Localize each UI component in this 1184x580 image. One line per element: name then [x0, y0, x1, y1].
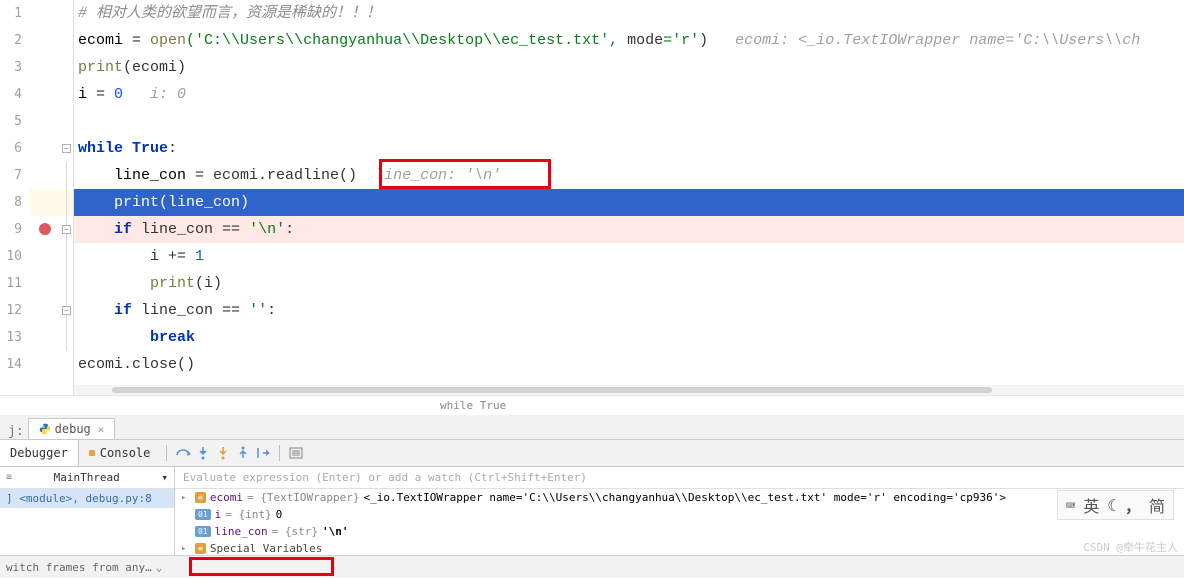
line-number-gutter: 1 2 3 4 5 6 7 8 9 10 11 12 13 14	[0, 0, 30, 395]
execution-line: print(line_con)	[74, 189, 1184, 216]
step-into-my-code-icon[interactable]	[213, 443, 233, 463]
variable-row[interactable]: 01 i = {int} 0	[175, 506, 1184, 523]
step-over-icon[interactable]	[173, 443, 193, 463]
breakpoint-line: if line_con == '\n':	[74, 216, 1184, 243]
caret-right-icon[interactable]: ▸	[181, 493, 191, 503]
threads-icon: ≡	[6, 472, 12, 483]
var-type-badge: 01	[195, 526, 211, 537]
python-icon	[39, 423, 51, 435]
code-text[interactable]: # 相对人类的欲望而言，资源是稀缺的！！！ ecomi = open('C:\\…	[74, 0, 1184, 395]
thread-selector[interactable]: ≡ MainThread ▾	[0, 467, 174, 489]
close-icon[interactable]: ×	[98, 423, 105, 436]
horizontal-scrollbar[interactable]	[74, 385, 1184, 395]
var-type-badge: ≡	[195, 492, 206, 503]
stack-frame[interactable]: ] <module>, debug.py:8	[0, 489, 174, 508]
inlay-hint: i: 0	[123, 86, 186, 103]
chevron-down-icon: ▾	[161, 471, 168, 484]
debug-body: ≡ MainThread ▾ ] <module>, debug.py:8 Ev…	[0, 467, 1184, 555]
debug-tool-window-tabs: j: debug ×	[0, 415, 1184, 440]
console-subtab[interactable]: Console	[79, 440, 161, 466]
debugger-subtab[interactable]: Debugger	[0, 440, 79, 466]
breadcrumb[interactable]: while True	[0, 395, 1184, 415]
code-editor[interactable]: 1 2 3 4 5 6 7 8 9 10 11 12 13 14 − − − #…	[0, 0, 1184, 395]
caret-right-icon[interactable]: ▸	[181, 544, 191, 554]
ime-indicator[interactable]: ⌨ 英 ☾ ， 简	[1057, 490, 1174, 520]
breakpoint-gutter[interactable]	[30, 0, 60, 395]
variables-panel: Evaluate expression (Enter) or add a wat…	[175, 467, 1184, 555]
breakpoint-dot-icon[interactable]	[39, 223, 51, 235]
status-text: witch frames from any…	[6, 561, 152, 574]
watermark-text: CSDN @牵牛花主人	[1083, 539, 1178, 555]
step-into-icon[interactable]	[193, 443, 213, 463]
threads-panel: ≡ MainThread ▾ ] <module>, debug.py:8	[0, 467, 175, 555]
console-dot-icon	[89, 450, 95, 456]
variable-row[interactable]: 01 line_con = {str} '\n'	[175, 523, 1184, 540]
var-type-badge: ≡	[195, 543, 206, 554]
keyboard-icon: ⌨	[1066, 496, 1076, 515]
fold-gutter[interactable]: − − −	[60, 0, 74, 395]
variable-row[interactable]: ▸ ≡ ecomi = {TextIOWrapper} <_io.TextIOW…	[175, 489, 1184, 506]
debug-toolbar: Debugger Console	[0, 440, 1184, 467]
fold-toggle-icon[interactable]: −	[62, 306, 71, 315]
run-label: j:	[4, 424, 28, 439]
fold-toggle-icon[interactable]: −	[62, 144, 71, 153]
debug-tab-label: debug	[55, 422, 91, 436]
inlay-hint: line_con: '\n'	[357, 167, 501, 184]
special-variables-row[interactable]: ▸ ≡ Special Variables	[175, 540, 1184, 557]
debug-tab[interactable]: debug ×	[28, 418, 116, 439]
chevron-down-icon[interactable]: ⌄	[156, 561, 163, 574]
evaluate-expression-icon[interactable]	[286, 443, 306, 463]
step-out-icon[interactable]	[233, 443, 253, 463]
inlay-hint: ecomi: <_io.TextIOWrapper name='C:\\User…	[708, 32, 1140, 49]
var-type-badge: 01	[195, 509, 211, 520]
run-to-cursor-icon[interactable]	[253, 443, 273, 463]
status-bar: witch frames from any… ⌄	[0, 555, 1184, 578]
comment-text: # 相对人类的欲望而言，资源是稀缺的！！！	[78, 5, 381, 22]
fold-toggle-icon[interactable]: −	[62, 225, 71, 234]
moon-icon: ☾	[1107, 496, 1117, 515]
watch-expression-input[interactable]: Evaluate expression (Enter) or add a wat…	[175, 467, 1184, 489]
